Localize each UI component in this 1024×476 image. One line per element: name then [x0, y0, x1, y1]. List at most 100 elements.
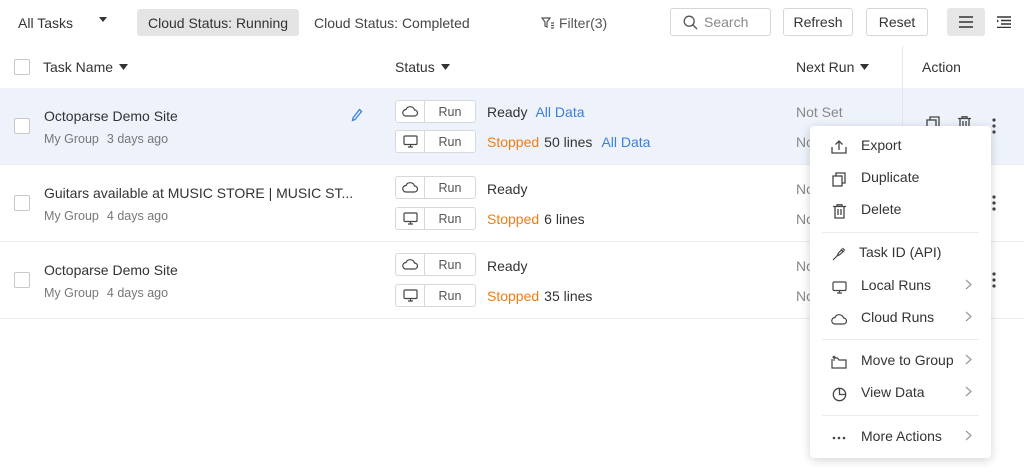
menu-label: View Data [861, 384, 925, 400]
sort-caret-icon [119, 64, 129, 70]
search-icon [683, 15, 698, 29]
monitor-icon [402, 135, 418, 148]
edit-pencil-icon[interactable] [351, 108, 363, 122]
more-vertical-icon[interactable] [992, 272, 996, 288]
local-all-data-link[interactable]: All Data [601, 134, 650, 150]
export-icon [831, 140, 847, 154]
menu-label: Export [861, 137, 902, 153]
tree-view-button[interactable] [985, 8, 1023, 36]
chevron-right-icon [965, 279, 972, 290]
cloud-icon [402, 106, 418, 117]
task-meta: My Group 4 days ago [44, 209, 168, 223]
chevron-right-icon [965, 386, 972, 397]
list-view-icon [959, 16, 973, 28]
menu-separator [822, 339, 979, 340]
monitor-icon [402, 212, 418, 225]
menu-label: More Actions [861, 428, 942, 444]
local-status-text: Stopped [487, 134, 540, 150]
menu-item-cloud-runs[interactable]: Cloud Runs [810, 303, 991, 333]
monitor-icon-wrap [396, 285, 425, 306]
chip-cloud-completed[interactable]: Cloud Status: Completed [303, 9, 481, 36]
more-vertical-icon[interactable] [992, 118, 996, 134]
list-view-button[interactable] [947, 8, 985, 36]
menu-item-delete[interactable]: Delete [810, 195, 991, 225]
chevron-right-icon [965, 430, 972, 441]
menu-label: Move to Group [861, 352, 954, 368]
more-vertical-icon[interactable] [992, 195, 996, 211]
row-actions-menu: Export Duplicate Delete Task ID (API) Lo… [810, 126, 991, 458]
run-label: Run [438, 257, 462, 272]
row-checkbox[interactable] [14, 272, 30, 288]
menu-item-task-id[interactable]: Task ID (API) [810, 238, 991, 268]
row-checkbox[interactable] [14, 118, 30, 134]
task-group: My Group [44, 286, 99, 300]
header-divider [902, 46, 903, 88]
cloud-icon-wrap [396, 177, 425, 198]
local-status-text: Stopped [487, 211, 540, 227]
chip-cloud-running[interactable]: Cloud Status: Running [137, 9, 300, 36]
column-status[interactable]: Status [395, 46, 450, 88]
trash-icon [832, 203, 846, 219]
menu-label: Delete [861, 201, 902, 217]
row-checkbox[interactable] [14, 195, 30, 211]
cloud-run-button[interactable]: Run [395, 176, 476, 199]
task-group: My Group [44, 209, 99, 223]
tree-view-icon [997, 16, 1011, 28]
task-age: 4 days ago [106, 209, 169, 223]
monitor-icon [402, 289, 418, 302]
view-toggle [947, 8, 1023, 36]
column-next-run[interactable]: Next Run [796, 46, 870, 88]
menu-item-duplicate[interactable]: Duplicate [810, 163, 991, 193]
cloud-status: Ready [487, 258, 527, 274]
refresh-button[interactable]: Refresh [783, 8, 853, 36]
task-age: 3 days ago [106, 132, 169, 146]
monitor-icon [831, 280, 847, 294]
reset-button[interactable]: Reset [866, 8, 928, 36]
next-run-cloud: Not Set [796, 104, 843, 120]
column-next-run-label: Next Run [796, 59, 855, 75]
run-label: Run [438, 104, 462, 119]
all-tasks-dropdown[interactable]: All Tasks [18, 9, 114, 37]
cloud-icon-wrap [396, 254, 425, 275]
local-status: Stopped 50 lines All Data [487, 134, 650, 150]
cloud-run-button[interactable]: Run [395, 100, 476, 123]
cloud-icon [831, 313, 847, 325]
duplicate-icon [832, 171, 846, 187]
menu-separator [822, 232, 979, 233]
chevron-right-icon [965, 354, 972, 365]
local-status: Stopped 6 lines [487, 211, 585, 227]
task-meta: My Group 4 days ago [44, 286, 168, 300]
monitor-icon-wrap [396, 131, 425, 152]
local-run-button[interactable]: Run [395, 284, 476, 307]
cloud-run-button[interactable]: Run [395, 253, 476, 276]
local-lines: 35 lines [544, 288, 593, 304]
task-name[interactable]: Octoparse Demo Site [44, 108, 178, 124]
search-input[interactable] [704, 14, 768, 30]
menu-item-view-data[interactable]: View Data [810, 378, 991, 408]
task-name[interactable]: Octoparse Demo Site [44, 262, 178, 278]
plug-icon [832, 247, 846, 261]
cloud-icon [402, 182, 418, 193]
table-header: Task Name Status Next Run Action [0, 46, 1024, 88]
chevron-right-icon [965, 311, 972, 322]
cloud-status-text: Ready [487, 104, 528, 120]
local-status: Stopped 35 lines [487, 288, 592, 304]
menu-separator [822, 415, 979, 416]
local-lines: 6 lines [544, 211, 585, 227]
menu-item-local-runs[interactable]: Local Runs [810, 271, 991, 301]
local-run-button[interactable]: Run [395, 207, 476, 230]
filter-button[interactable]: Filter(3) [541, 9, 607, 36]
task-name[interactable]: Guitars available at MUSIC STORE | MUSIC… [44, 185, 353, 201]
menu-label: Duplicate [861, 169, 920, 185]
search-box[interactable] [670, 8, 771, 36]
local-run-button[interactable]: Run [395, 130, 476, 153]
menu-item-move-to-group[interactable]: Move to Group [810, 346, 991, 376]
menu-item-export[interactable]: Export [810, 131, 991, 161]
task-meta: My Group 3 days ago [44, 132, 168, 146]
select-all-checkbox[interactable] [14, 59, 30, 75]
cloud-status-text: Ready [487, 181, 528, 197]
cloud-all-data-link[interactable]: All Data [535, 104, 584, 120]
column-task-name[interactable]: Task Name [43, 46, 129, 88]
menu-item-more-actions[interactable]: More Actions [810, 422, 991, 452]
sort-caret-icon [860, 64, 870, 70]
